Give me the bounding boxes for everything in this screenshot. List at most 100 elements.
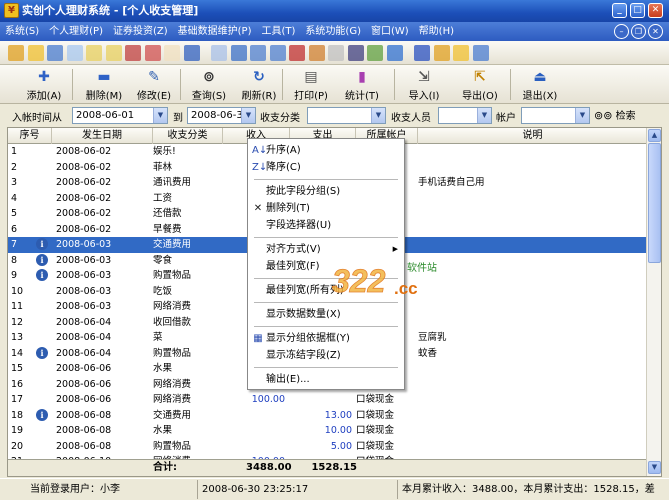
cell-cat: 工资 <box>153 192 173 204</box>
table-row[interactable]: 17 2008-06-06 网络消费 100.00 口袋现金 <box>8 392 648 408</box>
toolbar-shortcut-icon[interactable] <box>86 45 102 61</box>
toolbar-shortcut-icon[interactable] <box>8 45 24 61</box>
close-icon[interactable]: ✕ <box>648 3 663 18</box>
context-menu-item[interactable]: 显示数据数量(X) <box>248 306 404 323</box>
start-date-field[interactable]: 2008-06-01 ▼ <box>72 107 168 124</box>
context-menu-item[interactable]: ▦ 显示分组依据框(Y) <box>248 330 404 347</box>
cell-out: 13.00 <box>324 409 352 421</box>
mdi-minimize-icon[interactable]: – <box>614 24 629 39</box>
chevron-down-icon[interactable]: ▼ <box>241 108 255 123</box>
toolbar-shortcut-icon[interactable] <box>230 45 247 61</box>
start-date-label: 入帐时间从 <box>12 113 62 124</box>
menu-item[interactable]: 工具(T) <box>257 22 301 41</box>
context-menu-item[interactable]: 字段选择器(U) <box>248 217 404 234</box>
toolbar-shortcut-icon[interactable] <box>105 45 122 61</box>
toolbar-shortcut-icon[interactable] <box>183 45 200 61</box>
mdi-close-icon[interactable]: ✕ <box>648 24 663 39</box>
toolbar-shortcut-icon[interactable] <box>367 45 383 61</box>
toolbar-shortcut-icon[interactable] <box>472 45 489 61</box>
search-button[interactable]: ⊚⊚ 检索 <box>594 107 660 124</box>
toolbar-button-chart[interactable]: ▮ 统计(T) <box>338 68 386 102</box>
menu-item[interactable]: 帮助(H) <box>414 22 459 41</box>
scroll-thumb[interactable] <box>648 143 661 263</box>
toolbar-shortcut-icon[interactable] <box>433 45 450 61</box>
toolbar-button-import[interactable]: ⇲ 导入(I) <box>400 68 448 102</box>
chevron-down-icon[interactable]: ▼ <box>477 108 491 123</box>
toolbar-shortcut-icon[interactable] <box>47 45 63 61</box>
menu-item[interactable]: 窗口(W) <box>366 22 414 41</box>
menu-item[interactable]: 证券投资(Z) <box>108 22 173 41</box>
toolbar-shortcut-icon[interactable] <box>289 45 305 61</box>
toolbar-shortcut-icon[interactable] <box>250 45 266 61</box>
context-menu-label: 对齐方式(V) <box>266 244 321 255</box>
end-date-field[interactable]: 2008-06-30 ▼ <box>187 107 256 124</box>
toolbar-shortcut-icon[interactable] <box>347 45 364 61</box>
chevron-down-icon[interactable]: ▼ <box>575 108 589 123</box>
context-menu-item[interactable]: 对齐方式(V) ▶ <box>248 241 404 258</box>
main-window: ¥ 实创个人理财系统 - [个人收支管理] _ □ ✕ 系统(S) 个人理财(P)… <box>0 0 669 500</box>
minus-icon: ▬ <box>97 69 111 85</box>
chevron-down-icon[interactable]: ▼ <box>371 108 385 123</box>
toolbar-button-printer[interactable]: ▤ 打印(P) <box>287 68 335 102</box>
context-menu-item[interactable]: A↓ 升序(A) <box>248 142 404 159</box>
column-header[interactable]: 收支分类 <box>153 128 223 144</box>
column-header[interactable]: 序号 <box>8 128 52 144</box>
table-row[interactable]: 18 2008-06-08 交通费用 13.00 口袋现金 i <box>8 408 648 424</box>
scroll-up-icon[interactable]: ▲ <box>648 129 661 142</box>
person-select[interactable]: ▼ <box>438 107 492 124</box>
toolbar-shortcut-icon[interactable] <box>144 45 161 61</box>
vertical-scrollbar[interactable]: ▲ ▼ <box>646 128 661 476</box>
toolbar-shortcut-icon[interactable] <box>308 45 325 61</box>
cell-no: 5 <box>11 208 18 219</box>
toolbar-button-label: 删除(M) <box>85 91 123 102</box>
toolbar-shortcut-icon[interactable] <box>125 45 141 61</box>
context-menu-item[interactable]: 输出(E)... <box>248 371 404 388</box>
toolbar-shortcut-icon[interactable] <box>27 45 44 61</box>
chevron-down-icon[interactable]: ▼ <box>153 108 167 123</box>
toolbar-button-minus[interactable]: ▬ 删除(M) <box>80 68 128 102</box>
toolbar-shortcut-icon[interactable] <box>66 45 83 61</box>
cell-cat: 娱乐! <box>153 146 176 157</box>
info-icon: i <box>36 269 48 281</box>
toolbar-shortcut-icon[interactable] <box>164 45 180 61</box>
toolbar-shortcut-icon[interactable] <box>328 45 344 61</box>
context-menu-label: 按此字段分组(S) <box>266 186 341 197</box>
maximize-icon[interactable]: □ <box>630 3 645 18</box>
toolbar-button-refresh[interactable]: ↻ 刷新(R) <box>235 68 283 102</box>
scroll-down-icon[interactable]: ▼ <box>648 461 661 474</box>
cell-date: 2008-06-08 <box>56 440 112 452</box>
mdi-restore-icon[interactable]: ❐ <box>631 24 646 39</box>
table-row[interactable]: 19 2008-06-08 水果 10.00 口袋现金 <box>8 423 648 439</box>
toolbar-button-binoculars[interactable]: ⊚ 查询(S) <box>185 68 233 102</box>
toolbar-shortcut-icon[interactable] <box>453 45 469 61</box>
context-menu-item[interactable]: 按此字段分组(S) <box>248 183 404 200</box>
toolbar-button-export[interactable]: ⇱ 导出(O) <box>456 68 504 102</box>
info-icon: i <box>36 408 48 421</box>
toolbar-button-exit[interactable]: ⏏ 退出(X) <box>516 68 564 102</box>
toolbar-shortcut-icon[interactable] <box>414 45 430 61</box>
window-title: 实创个人理财系统 - [个人收支管理] <box>22 4 199 17</box>
toolbar-shortcut-icon[interactable] <box>211 45 227 61</box>
filter-bar: 入帐时间从 2008-06-01 ▼ 到 2008-06-30 ▼ 收支分类 ▼ 收… <box>0 104 669 127</box>
toolbar-button-add[interactable]: ✚ 添加(A) <box>20 68 68 102</box>
context-menu-item[interactable]: Z↓ 降序(C) <box>248 159 404 176</box>
toolbar-shortcut-icon[interactable] <box>386 45 403 61</box>
account-select[interactable]: ▼ <box>521 107 590 124</box>
column-header[interactable]: 说明 <box>418 128 648 144</box>
menu-item[interactable]: 系统(S) <box>0 22 44 41</box>
context-menu-label: 显示冻结字段(Z) <box>266 350 341 361</box>
toolbar-button-label: 统计(T) <box>345 91 379 102</box>
minimize-icon[interactable]: _ <box>612 3 627 18</box>
table-row[interactable]: 20 2008-06-08 购置物品 5.00 口袋现金 <box>8 439 648 455</box>
toolbar-button-pencil[interactable]: ✎ 修改(E) <box>130 68 178 102</box>
menu-item[interactable]: 基础数据维护(P) <box>173 22 257 41</box>
column-header[interactable]: 发生日期 <box>52 128 153 144</box>
info-icon: i <box>36 346 48 359</box>
menu-item[interactable]: 个人理财(P) <box>44 22 108 41</box>
menu-item[interactable]: 系统功能(G) <box>300 22 366 41</box>
toolbar-shortcut-icon[interactable] <box>269 45 286 61</box>
context-menu-label: 字段选择器(U) <box>266 220 332 231</box>
context-menu-item[interactable]: ✕ 删除列(T) <box>248 200 404 217</box>
context-menu-item[interactable]: 显示冻结字段(Z) <box>248 347 404 364</box>
type-select[interactable]: ▼ <box>307 107 386 124</box>
